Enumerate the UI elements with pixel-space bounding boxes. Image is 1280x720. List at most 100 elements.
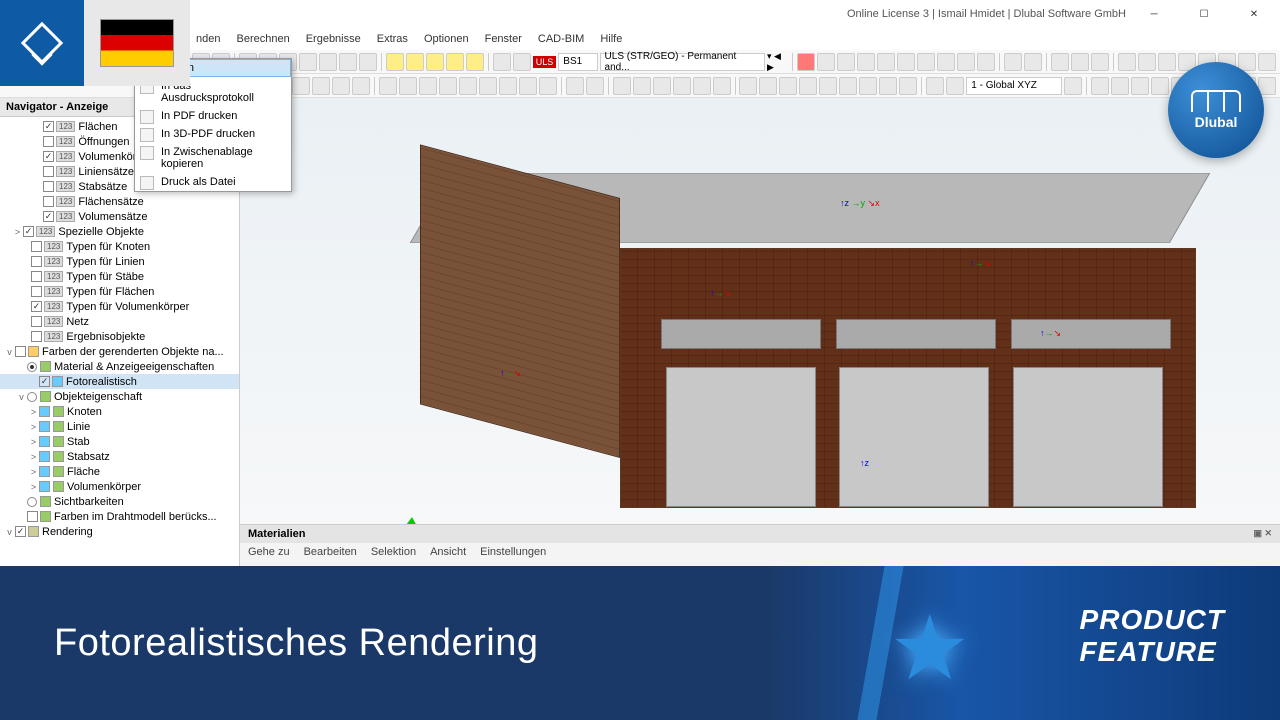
tree-item[interactable]: >123Spezielle Objekte — [0, 224, 239, 239]
menu-item[interactable]: Fenster — [479, 31, 528, 47]
menu-item[interactable]: Optionen — [418, 31, 475, 47]
tree-item[interactable]: >Linie — [0, 419, 239, 434]
tree-item[interactable]: 123Typen für Knoten — [0, 239, 239, 254]
tree-item[interactable]: 123Netz — [0, 314, 239, 329]
tree-item[interactable]: Material & Anzeigeeigenschaften — [0, 359, 239, 374]
tool-icon[interactable] — [419, 77, 437, 95]
tool-icon[interactable] — [586, 77, 604, 95]
tree-item[interactable]: >Stab — [0, 434, 239, 449]
tool-icon[interactable] — [673, 77, 691, 95]
tree-item[interactable]: 123Typen für Stäbe — [0, 269, 239, 284]
context-menu-item[interactable]: In Zwischenablage kopieren — [135, 143, 291, 173]
tool-icon[interactable] — [1111, 77, 1129, 95]
tool-icon[interactable] — [1091, 53, 1109, 71]
tool-icon[interactable] — [339, 53, 357, 71]
tool-icon[interactable] — [977, 53, 995, 71]
panel-buttons[interactable]: ▣ ✕ — [1253, 528, 1272, 540]
combo-uls[interactable]: ULS (STR/GEO) - Permanent and... — [600, 53, 765, 71]
context-menu-item[interactable]: In PDF drucken — [135, 107, 291, 125]
tool-icon[interactable] — [332, 77, 350, 95]
menu-item[interactable]: Berechnen — [230, 31, 295, 47]
tool-icon[interactable] — [857, 53, 875, 71]
tool-icon[interactable] — [877, 53, 895, 71]
tree-item[interactable]: Sichtbarkeiten — [0, 494, 239, 509]
tool-icon[interactable] — [1238, 53, 1256, 71]
tree-item[interactable]: Fotorealistisch — [0, 374, 239, 389]
tool-icon[interactable] — [613, 77, 631, 95]
tool-icon[interactable] — [539, 77, 557, 95]
context-menu-item[interactable]: Druck als Datei — [135, 173, 291, 191]
tree-item[interactable]: vObjekteigenschaft — [0, 389, 239, 404]
menu-item[interactable]: Extras — [371, 31, 414, 47]
tool-icon[interactable] — [493, 53, 511, 71]
tool-icon[interactable] — [653, 77, 671, 95]
tool-icon[interactable] — [839, 77, 857, 95]
tool-icon[interactable] — [779, 77, 797, 95]
mat-tab[interactable]: Selektion — [371, 546, 416, 558]
tool-icon[interactable] — [759, 77, 777, 95]
tool-icon[interactable] — [499, 77, 517, 95]
tool-icon[interactable] — [917, 53, 935, 71]
tree-item[interactable]: 123Typen für Flächen — [0, 284, 239, 299]
tool-icon[interactable] — [819, 77, 837, 95]
tool-icon[interactable] — [459, 77, 477, 95]
menu-item[interactable]: Hilfe — [594, 31, 628, 47]
tree-item[interactable]: vFarben der gerenderten Objekte na... — [0, 344, 239, 359]
tree-item[interactable]: 123Flächensätze — [0, 194, 239, 209]
tool-icon[interactable] — [1131, 77, 1149, 95]
tool-icon[interactable] — [312, 77, 330, 95]
tool-icon[interactable] — [799, 77, 817, 95]
tree-item[interactable]: >Knoten — [0, 404, 239, 419]
tool-icon[interactable] — [292, 77, 310, 95]
mat-tab[interactable]: Ansicht — [430, 546, 466, 558]
tool-icon[interactable] — [837, 53, 855, 71]
menu-item[interactable]: nden — [190, 31, 226, 47]
tool-icon[interactable] — [379, 77, 397, 95]
tool-icon[interactable] — [426, 53, 444, 71]
tool-icon[interactable] — [926, 77, 944, 95]
tool-icon[interactable] — [386, 53, 404, 71]
tool-icon[interactable] — [1024, 53, 1042, 71]
tool-icon[interactable] — [1004, 53, 1022, 71]
tree-item[interactable]: 123Typen für Linien — [0, 254, 239, 269]
tool-icon[interactable] — [739, 77, 757, 95]
tool-icon[interactable] — [513, 53, 531, 71]
minimize-button[interactable]: ─ — [1132, 0, 1176, 28]
tool-icon[interactable] — [1158, 53, 1176, 71]
tool-icon[interactable] — [1151, 77, 1169, 95]
tree-item[interactable]: vRendering — [0, 524, 239, 539]
mat-tab[interactable]: Gehe zu — [248, 546, 290, 558]
menu-item[interactable]: Ergebnisse — [300, 31, 367, 47]
viewport-3d[interactable]: ↑z →y ↘x ↑→↘ ↑→↘ ↑→↘ ↑→↘ ↑z — [240, 98, 1280, 592]
tree-item[interactable]: 123Ergebnisobjekte — [0, 329, 239, 344]
tool-icon[interactable] — [439, 77, 457, 95]
combo-bs[interactable]: BS1 — [558, 53, 597, 71]
tool-icon[interactable] — [946, 77, 964, 95]
tree-item[interactable]: 123Typen für Volumenkörper — [0, 299, 239, 314]
tree-item[interactable]: >Stabsatz — [0, 449, 239, 464]
tool-icon[interactable] — [817, 53, 835, 71]
tool-icon[interactable] — [797, 53, 815, 71]
tool-icon[interactable] — [897, 53, 915, 71]
tool-icon[interactable] — [899, 77, 917, 95]
tool-icon[interactable] — [879, 77, 897, 95]
tool-icon[interactable] — [1118, 53, 1136, 71]
mat-tab[interactable]: Einstellungen — [480, 546, 546, 558]
tool-icon[interactable] — [1091, 77, 1109, 95]
tool-icon[interactable] — [937, 53, 955, 71]
tool-icon[interactable] — [319, 53, 337, 71]
tool-icon[interactable] — [299, 53, 317, 71]
tool-icon[interactable] — [693, 77, 711, 95]
tool-icon[interactable] — [1064, 77, 1082, 95]
close-button[interactable]: ✕ — [1232, 0, 1276, 28]
tool-icon[interactable] — [359, 53, 377, 71]
tool-icon[interactable] — [633, 77, 651, 95]
tool-icon[interactable] — [566, 77, 584, 95]
tree-item[interactable]: >Volumenkörper — [0, 479, 239, 494]
tool-icon[interactable] — [406, 53, 424, 71]
tool-icon[interactable] — [957, 53, 975, 71]
tree-item[interactable]: >Fläche — [0, 464, 239, 479]
tool-icon[interactable] — [1138, 53, 1156, 71]
tool-icon[interactable] — [399, 77, 417, 95]
tool-icon[interactable] — [466, 53, 484, 71]
